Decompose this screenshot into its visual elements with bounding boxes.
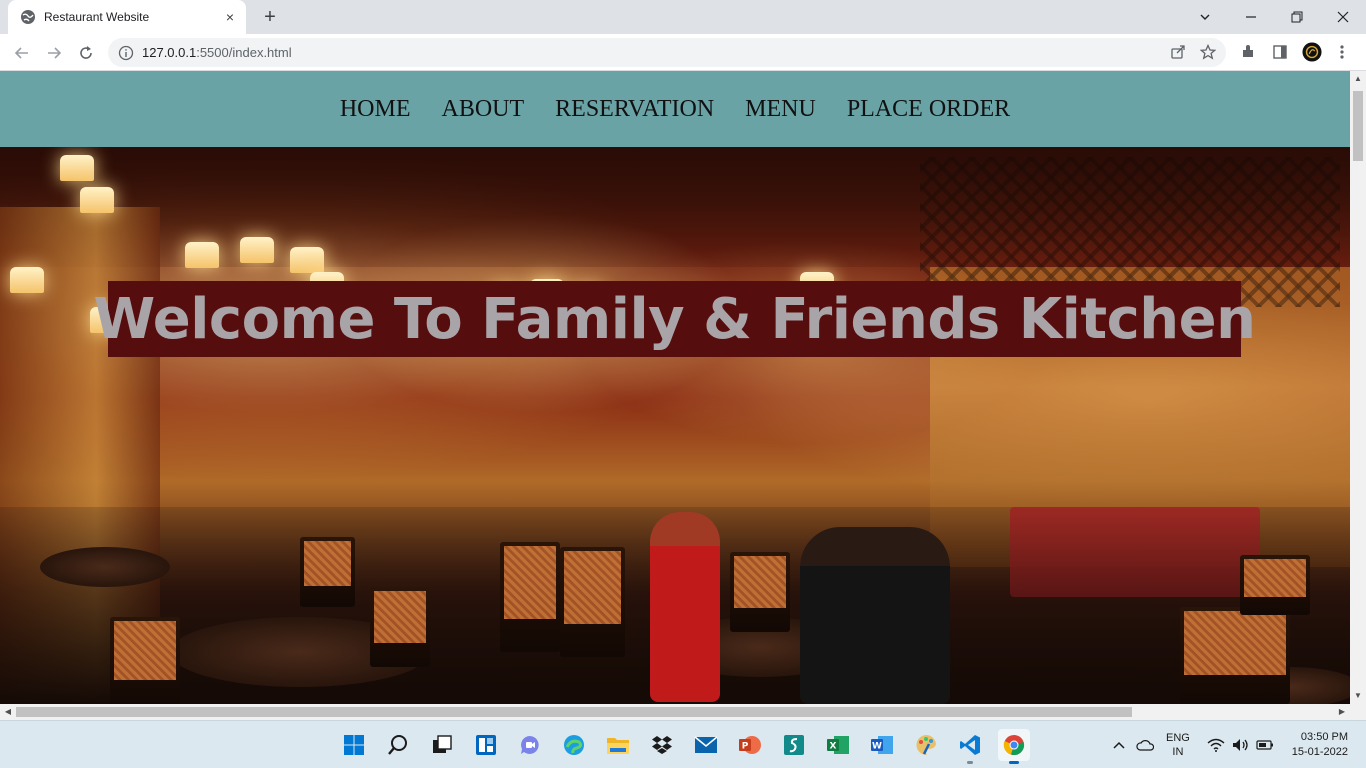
menu-kebab-icon[interactable] — [1332, 42, 1352, 62]
url-path: :5500/index.html — [196, 45, 292, 60]
browser-toolbar: 127.0.0.1:5500/index.html — [0, 34, 1366, 71]
side-panel-icon[interactable] — [1270, 42, 1290, 62]
edge-icon[interactable] — [558, 729, 590, 761]
dining-chair — [300, 537, 355, 607]
page-viewport: HOME ABOUT RESERVATION MENU PLACE ORDER — [0, 71, 1350, 704]
word-icon[interactable]: W — [866, 729, 898, 761]
paint-icon[interactable] — [910, 729, 942, 761]
search-icon[interactable] — [382, 729, 414, 761]
globe-icon — [21, 10, 35, 24]
sway-icon[interactable] — [778, 729, 810, 761]
new-tab-button[interactable]: + — [258, 6, 282, 28]
svg-text:X: X — [830, 742, 837, 752]
mail-icon[interactable] — [690, 729, 722, 761]
horizontal-scrollbar[interactable]: ◀ ▶ — [0, 704, 1366, 720]
vertical-scrollbar[interactable]: ▲ ▼ — [1350, 71, 1366, 704]
diner-man — [800, 527, 950, 704]
running-indicator — [967, 761, 973, 764]
site-info-icon[interactable] — [118, 45, 134, 61]
chandelier-lamp — [185, 242, 219, 268]
chandelier-lamp — [10, 267, 44, 293]
scroll-up-arrow-icon[interactable]: ▲ — [1354, 75, 1362, 83]
clock[interactable]: 03:50 PM 15-01-2022 — [1284, 721, 1348, 768]
show-hidden-icons-chevron-icon[interactable] — [1112, 721, 1126, 768]
minimize-button[interactable] — [1228, 0, 1274, 34]
battery-icon[interactable] — [1256, 721, 1274, 768]
svg-text:W: W — [872, 742, 882, 752]
onedrive-cloud-icon[interactable] — [1136, 721, 1154, 768]
dining-chair — [560, 547, 625, 657]
share-icon[interactable] — [1170, 44, 1186, 60]
dining-chair — [500, 542, 560, 652]
url-host: 127.0.0.1 — [142, 45, 197, 60]
address-bar[interactable]: 127.0.0.1:5500/index.html — [108, 38, 1226, 67]
dining-chair — [1240, 555, 1310, 615]
nav-about[interactable]: ABOUT — [441, 96, 524, 123]
language-code: ENG — [1166, 732, 1190, 744]
dining-chair — [730, 552, 790, 632]
tab-search-icon[interactable] — [1182, 0, 1228, 34]
volume-icon[interactable] — [1232, 721, 1250, 768]
windows-taskbar: P X W ENG IN 03:50 PM 15-01-2022 — [0, 720, 1366, 768]
excel-icon[interactable]: X — [822, 729, 854, 761]
active-indicator — [1009, 761, 1019, 764]
language-indicator[interactable]: ENG IN — [1166, 721, 1190, 768]
chandelier-lamp — [240, 237, 274, 263]
scroll-left-arrow-icon[interactable]: ◀ — [4, 708, 12, 716]
horizontal-scroll-thumb[interactable] — [16, 707, 1132, 717]
hero-title-banner: Welcome To Family & Friends Kitchen — [93, 281, 1256, 357]
tab-title: Restaurant Website — [44, 10, 150, 24]
region-code: IN — [1172, 746, 1184, 758]
nav-home[interactable]: HOME — [340, 96, 411, 123]
teams-chat-icon[interactable] — [514, 729, 546, 761]
url-text: 127.0.0.1:5500/index.html — [142, 45, 292, 60]
dining-chair — [1180, 607, 1290, 704]
reload-icon[interactable] — [72, 39, 100, 67]
clock-date: 15-01-2022 — [1291, 746, 1348, 758]
bookmark-star-icon[interactable] — [1200, 44, 1216, 60]
hero-title: Welcome To Family & Friends Kitchen — [93, 286, 1256, 352]
tab-close-icon[interactable]: × — [222, 9, 238, 25]
hero-restaurant-image — [0, 147, 1350, 704]
dining-table — [40, 547, 170, 587]
task-view-icon[interactable] — [426, 729, 458, 761]
nav-reservation[interactable]: RESERVATION — [555, 96, 714, 123]
close-window-button[interactable] — [1320, 0, 1366, 34]
svg-text:P: P — [742, 742, 749, 752]
nav-menu[interactable]: MENU — [745, 96, 816, 123]
file-explorer-icon[interactable] — [602, 729, 634, 761]
dining-chair — [110, 617, 180, 704]
chandelier-lamp — [60, 155, 94, 181]
chrome-icon[interactable] — [998, 729, 1030, 764]
scroll-down-arrow-icon[interactable]: ▼ — [1354, 692, 1362, 700]
browser-tab-strip: Restaurant Website × + — [0, 0, 1366, 34]
site-navbar: HOME ABOUT RESERVATION MENU PLACE ORDER — [0, 71, 1350, 147]
extensions-icon[interactable] — [1238, 42, 1258, 62]
vscode-icon[interactable] — [954, 729, 986, 764]
nav-place-order[interactable]: PLACE ORDER — [847, 96, 1010, 123]
scroll-right-arrow-icon[interactable]: ▶ — [1338, 708, 1346, 716]
vertical-scroll-thumb[interactable] — [1353, 91, 1363, 161]
clock-time: 03:50 PM — [1300, 731, 1348, 743]
profile-avatar[interactable] — [1302, 42, 1322, 62]
wifi-icon[interactable] — [1207, 721, 1225, 768]
back-arrow-icon[interactable] — [8, 39, 36, 67]
forward-arrow-icon[interactable] — [40, 39, 68, 67]
dropbox-icon[interactable] — [646, 729, 678, 761]
chandelier-lamp — [80, 187, 114, 213]
dining-chair — [370, 587, 430, 667]
chandelier-lamp — [290, 247, 324, 273]
widgets-icon[interactable] — [470, 729, 502, 761]
start-icon[interactable] — [338, 729, 370, 761]
restore-button[interactable] — [1274, 0, 1320, 34]
powerpoint-icon[interactable]: P — [734, 729, 766, 761]
browser-tab[interactable]: Restaurant Website × — [8, 0, 246, 34]
diner-woman — [650, 512, 720, 702]
